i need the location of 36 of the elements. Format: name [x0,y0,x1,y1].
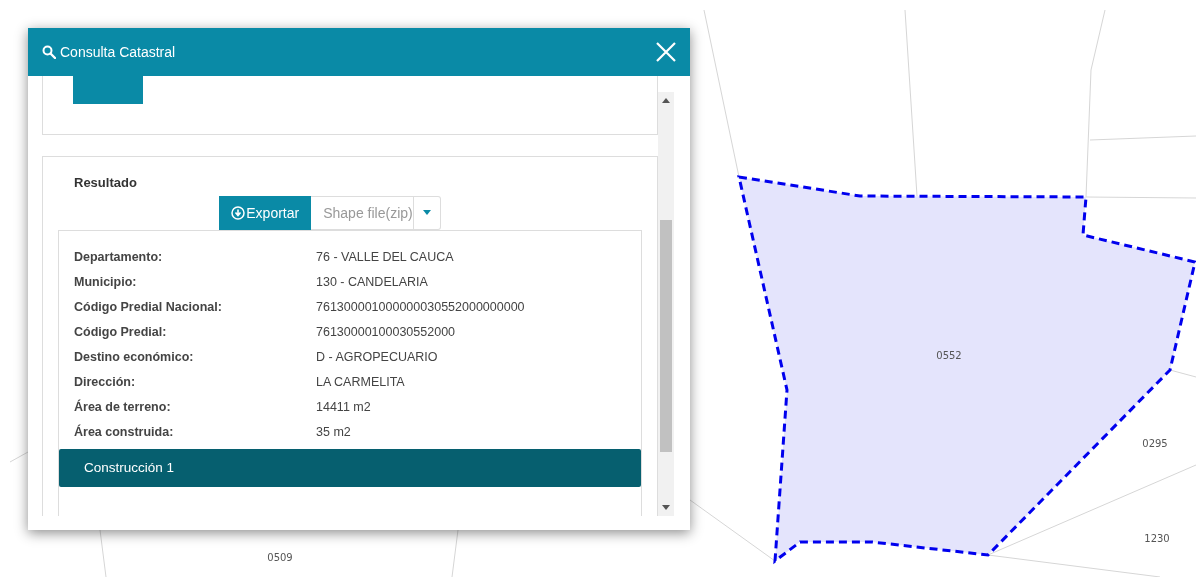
search-icon [42,45,56,59]
field-value: 761300001000000030552000000000 [316,299,526,316]
field-label: Municipio: [74,274,138,291]
field-label: Área construida: [74,423,175,441]
scroll-down-icon [662,505,670,510]
field-label: Código Predial: [74,324,168,341]
field-value: LA CARMELITA [316,374,406,391]
close-button[interactable] [654,40,678,64]
field-label: Departamento: [74,249,164,266]
export-button[interactable]: Exportar [219,196,312,230]
field-value: 76130000100030552000 [316,324,457,341]
search-button[interactable] [73,76,143,104]
field-value: 130 - CANDELARIA [316,274,429,291]
field-value: 14411 m2 [316,399,372,416]
selected-parcel[interactable] [737,175,1196,565]
field-label: Área de terreno: [74,398,172,416]
parcel-number: 0295 [1142,438,1168,449]
section-title: Resultado [73,175,138,190]
format-select[interactable]: Shape file(zip) [311,196,441,230]
field-value: 76 - VALLE DEL CAUCA [316,249,455,266]
close-icon [655,41,677,63]
scroll-up-icon [662,98,670,103]
parcel-number: 1230 [1144,533,1170,544]
field-label: Código Predial Nacional: [74,299,223,316]
field-label: Dirección: [74,374,137,391]
construction-header[interactable]: Construcción 1 [59,449,641,487]
scrollbar-thumb[interactable] [660,220,672,452]
dialog-title: Consulta Catastral [60,44,177,60]
parcel-number: 0509 [267,552,293,563]
parcel-number: 0552 [936,350,962,361]
scrollbar[interactable] [658,92,674,516]
download-icon [231,206,246,220]
field-value: D - AGROPECUARIO [316,349,439,366]
field-label: Destino económico: [74,349,195,366]
caret-icon [421,210,432,216]
field-value: 35 m2 [316,424,352,441]
